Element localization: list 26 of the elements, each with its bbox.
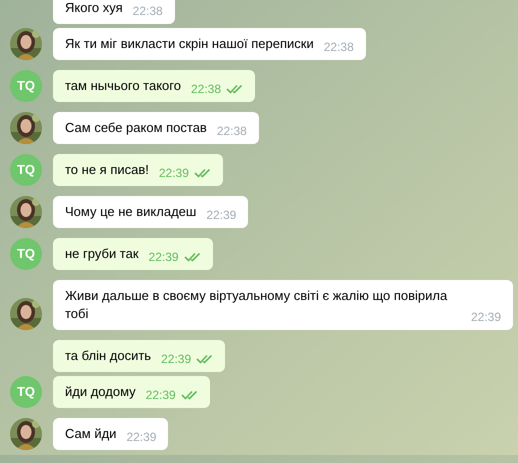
- message-time: 22:38: [216, 123, 247, 140]
- avatar[interactable]: TQ: [10, 154, 42, 186]
- message-time: 22:39: [148, 249, 179, 266]
- message-text: Якого хуя: [65, 0, 123, 17]
- message-text: Чому це не викладеш: [65, 203, 196, 221]
- message-text: то не я писав!: [65, 161, 149, 179]
- avatar[interactable]: TQ: [10, 376, 42, 408]
- message-text: не груби так: [65, 245, 139, 263]
- message-text: Як ти міг викласти скрін нашої переписки: [65, 35, 314, 53]
- message-time: 22:39: [470, 309, 501, 326]
- message-time: 22:39: [146, 387, 176, 404]
- message-time: 22:39: [161, 351, 192, 368]
- message-text: Сам йди: [65, 425, 116, 443]
- message-text: йди додому: [65, 383, 136, 401]
- avatar[interactable]: TQ: [10, 70, 42, 102]
- message-text: там нычього такого: [65, 77, 181, 95]
- message-time: 22:38: [132, 3, 163, 20]
- message-time: 22:38: [190, 81, 222, 98]
- avatar[interactable]: TQ: [10, 238, 42, 270]
- message-time: 22:39: [126, 429, 156, 446]
- message-text: Живи дальше в своєму віртуальному світі є жалію що повірила тобі: [65, 287, 448, 323]
- message-time: 22:38: [324, 39, 354, 56]
- message-time: 22:39: [158, 165, 189, 182]
- message-text: Сам себе раком постав: [65, 119, 207, 137]
- message-time: 22:39: [206, 207, 236, 224]
- message-text: та блін досить: [65, 347, 152, 365]
